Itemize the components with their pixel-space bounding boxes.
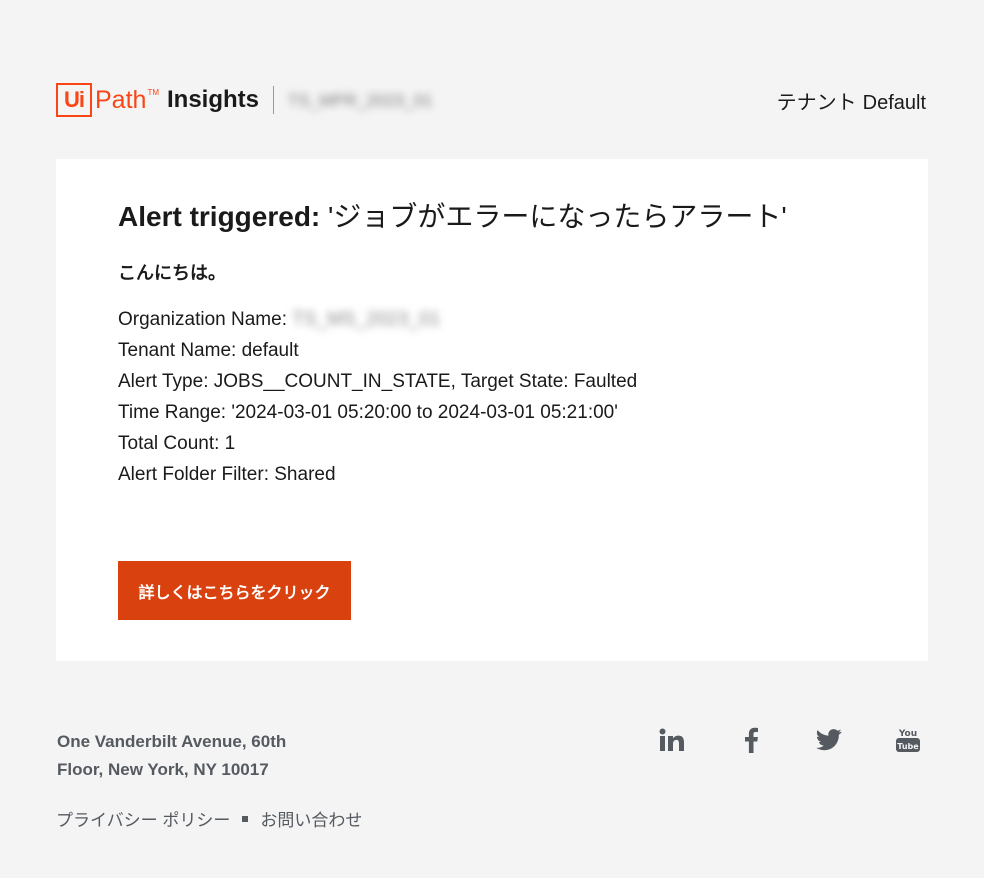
- logo-trademark: TM: [147, 87, 159, 97]
- address-line-1: One Vanderbilt Avenue, 60th: [57, 732, 287, 751]
- email-page: Ui Path TM Insights TS_MPR_2023_01 テナント D…: [0, 0, 984, 878]
- organization-row: Organization Name: TS_MS_2023_01: [118, 304, 637, 335]
- logo-ui-box: Ui: [56, 83, 92, 117]
- tenant-indicator: テナント Default: [777, 86, 926, 115]
- twitter-icon[interactable]: [812, 723, 846, 757]
- total-count-row: Total Count: 1: [118, 433, 236, 454]
- youtube-icon[interactable]: You Tube: [891, 723, 925, 757]
- alert-title-prefix: Alert triggered:: [118, 201, 321, 232]
- privacy-policy-link[interactable]: プライバシー ポリシー: [56, 806, 230, 831]
- link-separator: [242, 815, 249, 822]
- details-button[interactable]: 詳しくはこちらをクリック: [118, 561, 351, 620]
- greeting: こんにちは。: [118, 263, 226, 283]
- email-header: Ui Path TM Insights TS_MPR_2023_01 テナント D…: [56, 76, 926, 124]
- address-line-2: Floor, New York, NY 10017: [57, 760, 269, 779]
- svg-text:You: You: [898, 729, 917, 739]
- footer-links: プライバシー ポリシー お問い合わせ: [56, 806, 362, 831]
- tenant-value: Default: [862, 91, 926, 114]
- social-links: You Tube: [655, 722, 925, 758]
- tenant-label: テナント: [776, 91, 857, 114]
- linkedin-icon[interactable]: [655, 723, 689, 757]
- alert-card: Alert triggered: 'ジョブがエラーになったらアラート' こんにち…: [56, 159, 928, 661]
- time-range-row: Time Range: '2024-03-01 05:20:00 to 2024…: [118, 402, 618, 423]
- uipath-insights-logo: Ui Path TM Insights: [56, 83, 259, 117]
- alert-title: Alert triggered: 'ジョブがエラーになったらアラート': [118, 195, 898, 235]
- alert-title-name: 'ジョブがエラーになったらアラート': [328, 201, 787, 232]
- tenant-row: Tenant Name: default: [118, 340, 299, 361]
- organization-value-blurred: TS_MS_2023_01: [292, 309, 441, 330]
- organization-name-blurred: TS_MPR_2023_01: [288, 91, 433, 110]
- facebook-icon[interactable]: [734, 723, 768, 757]
- alert-details: Organization Name: TS_MS_2023_01 Tenant …: [118, 304, 637, 490]
- organization-label: Organization Name:: [118, 309, 287, 330]
- company-address: One Vanderbilt Avenue, 60th Floor, New Y…: [57, 728, 337, 784]
- logo-path-text: Path: [95, 85, 147, 114]
- contact-link[interactable]: お問い合わせ: [260, 806, 362, 831]
- logo-product-name: Insights: [167, 86, 260, 113]
- folder-filter-row: Alert Folder Filter: Shared: [118, 464, 336, 485]
- header-divider: [273, 86, 275, 114]
- svg-text:Tube: Tube: [897, 742, 919, 751]
- alert-type-row: Alert Type: JOBS__COUNT_IN_STATE, Target…: [118, 371, 638, 392]
